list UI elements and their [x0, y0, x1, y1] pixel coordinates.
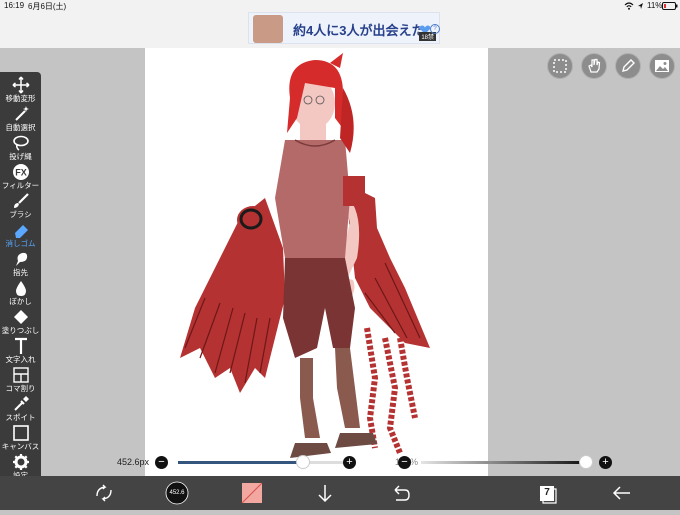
magic-wand-icon — [14, 106, 29, 121]
blur-drop-icon — [15, 281, 26, 296]
smudge-icon — [15, 252, 27, 266]
status-time: 16:19 — [4, 1, 25, 10]
battery-icon — [662, 2, 678, 10]
tool-label: キャンバス — [1, 442, 40, 451]
color-swatch-icon — [241, 482, 263, 504]
tool-label: ぼかし — [9, 297, 32, 306]
tool-label: 文字入れ — [5, 355, 36, 364]
eraser-icon — [14, 225, 28, 238]
status-bar: 16:19 6月6日(土) 11% — [0, 0, 680, 12]
tool-label: ブラシ — [9, 210, 32, 219]
back-button[interactable] — [602, 476, 642, 510]
canvas-icon — [12, 425, 29, 441]
image-button[interactable] — [649, 53, 675, 79]
brush-size-slider[interactable] — [178, 461, 343, 464]
undo-button[interactable] — [380, 476, 420, 510]
tool-label: 投げ縄 — [9, 152, 32, 161]
frame-divider-icon — [12, 367, 29, 383]
text-icon — [14, 337, 27, 354]
download-button[interactable] — [305, 476, 345, 510]
brush-sliders: 452.6px − + 100% − + — [0, 454, 680, 472]
tool-label: スポイト — [5, 413, 36, 422]
lasso-icon — [12, 135, 29, 151]
move-icon — [12, 76, 29, 94]
brush-icon — [13, 193, 29, 208]
tool-label: 指先 — [13, 268, 28, 277]
transform-button[interactable] — [84, 476, 124, 510]
selection-button[interactable] — [547, 53, 573, 79]
opacity-minus-button[interactable]: − — [398, 456, 411, 469]
brush-size-value: 452.6px — [117, 457, 150, 467]
ad-photo — [253, 15, 283, 43]
brush-preview-button[interactable]: 452.6 — [157, 476, 197, 510]
hand-button[interactable] — [581, 53, 607, 79]
ad-text: 約4人に3人が出会えた — [293, 23, 425, 38]
tool-label: フィルター — [1, 181, 40, 190]
hand-icon — [588, 58, 601, 73]
tool-panel: 移動変形 自動選択 投げ縄 FX フィルター ブラシ 消しゴム 指先 ぼかし 塗… — [0, 72, 41, 488]
ad-banner[interactable]: 約4人に3人が出会えた 18禁 — [248, 12, 440, 44]
fill-bucket-icon — [13, 310, 28, 324]
tool-label: 自動選択 — [5, 123, 36, 132]
back-arrow-icon — [612, 486, 630, 500]
opacity-knob[interactable] — [579, 455, 593, 469]
layers-button[interactable]: 7 — [528, 476, 568, 510]
size-plus-button[interactable]: + — [343, 456, 356, 469]
pen-icon — [622, 59, 635, 72]
brush-size-fill — [178, 461, 304, 464]
selection-icon — [553, 59, 567, 73]
drawing-canvas[interactable] — [145, 48, 488, 500]
image-icon — [655, 60, 669, 72]
download-icon — [318, 485, 332, 503]
opacity-plus-button[interactable]: + — [599, 456, 612, 469]
filter-fx-icon: FX — [12, 164, 29, 180]
status-date: 6月6日(土) — [28, 2, 67, 11]
size-minus-button[interactable]: − — [155, 456, 168, 469]
ad-info-icon[interactable]: ? — [430, 24, 440, 34]
tool-label: 塗りつぶし — [1, 326, 40, 335]
ad-area: 約4人に3人が出会えた 18禁 ? — [0, 12, 680, 48]
bottom-toolbar: 452.6 7 — [0, 476, 680, 510]
color-picker-button[interactable] — [232, 476, 272, 510]
battery-percent: 11% — [647, 1, 663, 10]
transform-icon — [96, 484, 112, 502]
tool-label: 消しゴム — [5, 239, 36, 248]
svg-text:FX: FX — [15, 168, 27, 178]
eyedropper-icon — [13, 396, 29, 411]
location-arrow-icon — [638, 3, 643, 9]
opacity-slider[interactable] — [421, 461, 586, 464]
brush-size-knob[interactable] — [296, 455, 311, 469]
brush-preview-label: 452.6 — [169, 490, 185, 496]
tool-label: 移動変形 — [5, 94, 36, 103]
undo-icon — [394, 485, 410, 501]
artwork-harpy-figure — [180, 53, 430, 458]
layers-count: 7 — [544, 487, 550, 498]
tool-label: コマ割り — [5, 384, 36, 393]
pen-button[interactable] — [615, 53, 641, 79]
wifi-icon — [624, 2, 634, 10]
